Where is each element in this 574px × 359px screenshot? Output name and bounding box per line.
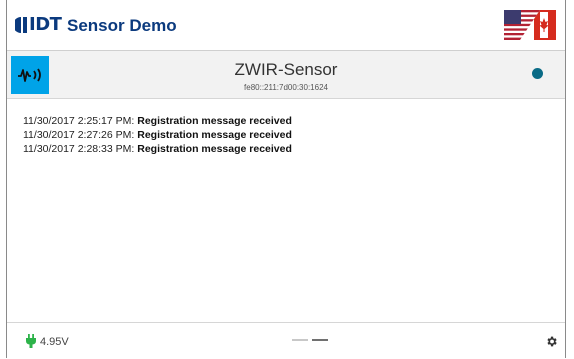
log-entry: 11/30/2017 2:27:26 PM: Registration mess…: [23, 128, 553, 142]
log-message: Registration message received: [137, 115, 292, 127]
app-title: Sensor Demo: [67, 16, 177, 35]
voltage-readout: 4.95V: [40, 336, 69, 348]
us-canada-flag-icon[interactable]: [504, 10, 556, 40]
log-message: Registration message received: [137, 129, 292, 141]
log-timestamp: 11/30/2017 2:25:17 PM:: [23, 115, 135, 127]
app-window: IDT Sensor Demo ZWIR-Sensor fe80::211:7d…: [6, 0, 566, 359]
idt-logo: IDT: [15, 14, 62, 35]
log-entry: 11/30/2017 2:28:33 PM: Registration mess…: [23, 142, 553, 156]
log-message: Registration message received: [137, 143, 292, 155]
idt-logo-mark-icon: [15, 16, 27, 33]
page-indicator[interactable]: [292, 339, 328, 341]
log-timestamp: 11/30/2017 2:28:33 PM:: [23, 143, 135, 155]
page-indicator-dot[interactable]: [292, 339, 308, 341]
connection-status-indicator: [532, 68, 543, 79]
log-entry: 11/30/2017 2:25:17 PM: Registration mess…: [23, 114, 553, 128]
gear-icon[interactable]: [545, 335, 558, 348]
device-bar[interactable]: ZWIR-Sensor fe80::211:7d00:30:1624: [7, 51, 565, 99]
page-indicator-dot-active[interactable]: [312, 339, 328, 341]
logo-text: IDT: [29, 14, 62, 35]
log-timestamp: 11/30/2017 2:27:26 PM:: [23, 129, 135, 141]
device-address: fe80::211:7d00:30:1624: [244, 83, 328, 92]
message-log: 11/30/2017 2:25:17 PM: Registration mess…: [23, 114, 553, 156]
app-header: IDT Sensor Demo: [7, 0, 565, 51]
plug-icon: [26, 334, 36, 348]
device-name: ZWIR-Sensor: [234, 60, 338, 79]
status-footer: 4.95V: [7, 322, 565, 359]
